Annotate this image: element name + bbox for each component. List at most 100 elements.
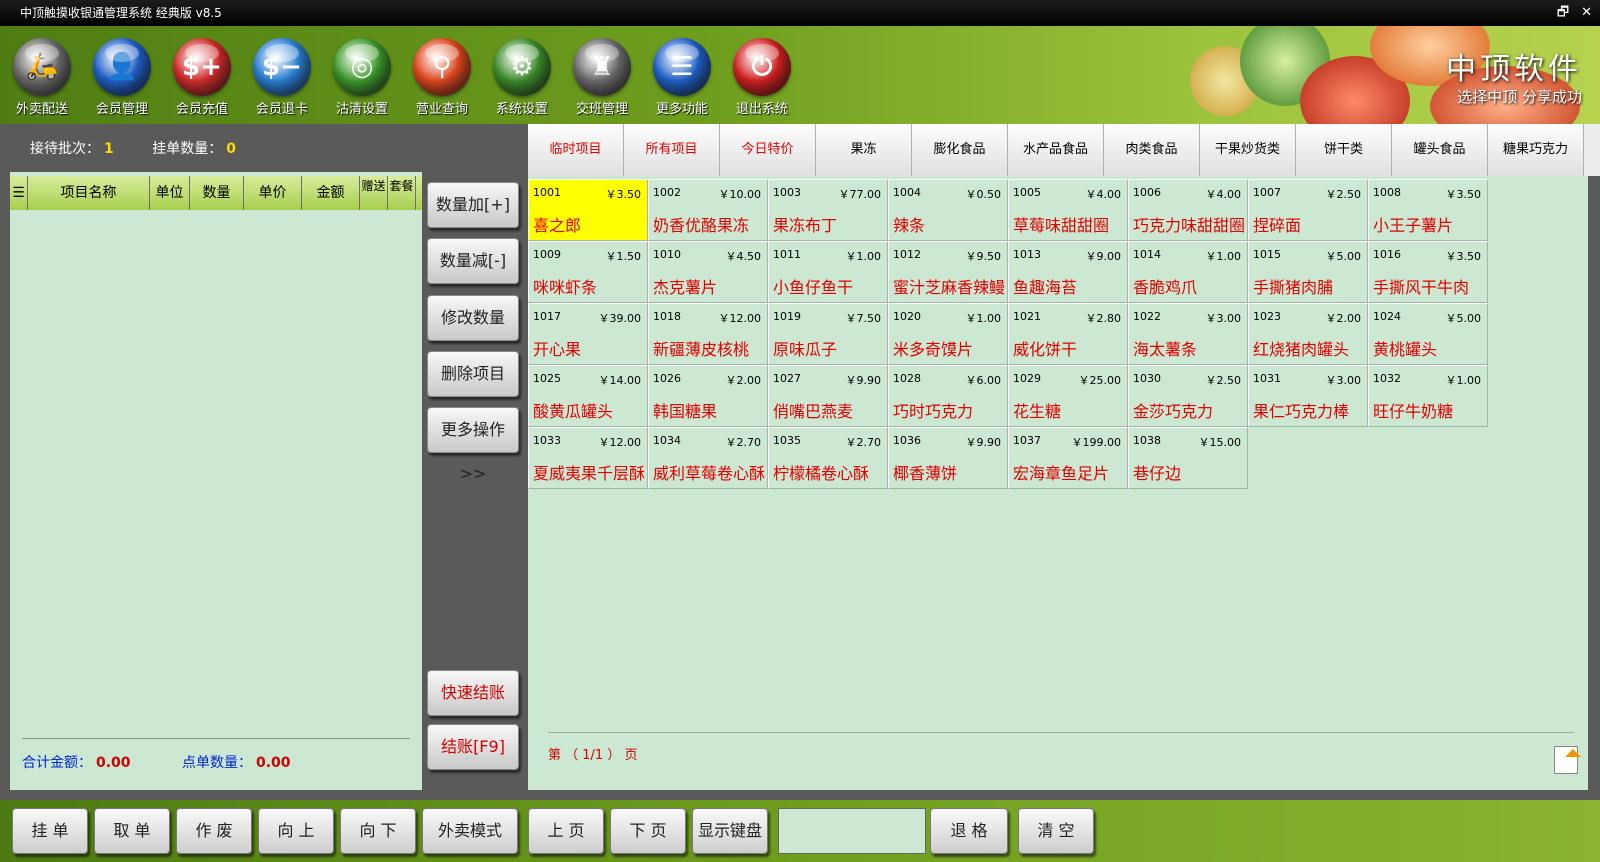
- product-code: 1026: [653, 372, 681, 385]
- product-tile[interactable]: 1014 ￥1.00 香脆鸡爪: [1128, 241, 1248, 303]
- qty-increase-button[interactable]: 数量加[+]: [427, 182, 519, 228]
- product-code: 1034: [653, 434, 681, 447]
- category-tab[interactable]: 膨化食品: [912, 124, 1008, 176]
- category-tab[interactable]: 水产品食品: [1008, 124, 1104, 176]
- category-tab[interactable]: 干果炒货类: [1200, 124, 1296, 176]
- product-tile[interactable]: 1028 ￥6.00 巧时巧克力: [888, 365, 1008, 427]
- takeout-mode-button[interactable]: 外卖模式: [422, 808, 518, 854]
- next-page-button[interactable]: 下 页: [610, 808, 686, 854]
- category-tab[interactable]: 饼干类: [1296, 124, 1392, 176]
- toolbar-button-card-add[interactable]: $+ 会员充值: [162, 38, 242, 117]
- product-tile[interactable]: 1024 ￥5.00 黄桃罐头: [1368, 303, 1488, 365]
- product-tile[interactable]: 1035 ￥2.70 柠檬橘卷心酥: [768, 427, 888, 489]
- product-tile[interactable]: 1026 ￥2.00 韩国糖果: [648, 365, 768, 427]
- plate-icon: ◎: [333, 38, 391, 96]
- retrieve-order-button[interactable]: 取 单: [94, 808, 170, 854]
- category-tab[interactable]: 临时项目: [528, 124, 624, 176]
- product-tile[interactable]: 1006 ￥4.00 巧克力味甜甜圈: [1128, 179, 1248, 241]
- toolbar-button-plate[interactable]: ◎ 沽清设置: [322, 38, 402, 117]
- category-tab[interactable]: 罐头食品: [1392, 124, 1488, 176]
- waiting-label: 接待批次：: [30, 141, 100, 157]
- edit-qty-button[interactable]: 修改数量: [427, 295, 519, 341]
- product-tile[interactable]: 1021 ￥2.80 威化饼干: [1008, 303, 1128, 365]
- move-up-button[interactable]: 向 上: [258, 808, 334, 854]
- product-tile[interactable]: 1001 ￥3.50 喜之郎: [528, 179, 648, 241]
- product-tile[interactable]: 1034 ￥2.70 威利草莓卷心酥: [648, 427, 768, 489]
- category-tab[interactable]: 所有项目: [624, 124, 720, 176]
- product-tile[interactable]: 1029 ￥25.00 花生糖: [1008, 365, 1128, 427]
- product-name: 椰香薄饼: [893, 464, 958, 483]
- product-price: ￥1.00: [1445, 374, 1482, 387]
- brand-banner: 中顶软件 选择中顶 分享成功: [1180, 26, 1600, 124]
- total-amount: 合计金额： 0.00: [22, 752, 131, 772]
- product-tile[interactable]: 1023 ￥2.00 红烧猪肉罐头: [1248, 303, 1368, 365]
- product-tile[interactable]: 1002 ￥10.00 奶香优酪果冻: [648, 179, 768, 241]
- restore-window-icon[interactable]: 🗗: [1557, 0, 1569, 26]
- void-button[interactable]: 作 废: [176, 808, 252, 854]
- toolbar-button-search[interactable]: ⚲ 营业查询: [402, 38, 482, 117]
- product-code: 1008: [1373, 186, 1401, 199]
- product-tile[interactable]: 1011 ￥1.00 小鱼仔鱼干: [768, 241, 888, 303]
- toolbar-button-list[interactable]: ☰ 更多功能: [642, 38, 722, 117]
- product-tile[interactable]: 1010 ￥4.50 杰克薯片: [648, 241, 768, 303]
- product-name: 柠檬橘卷心酥: [773, 464, 870, 483]
- product-price: ￥2.00: [725, 374, 762, 387]
- quick-checkout-button[interactable]: 快速结账: [427, 670, 519, 716]
- close-window-icon[interactable]: ✕: [1581, 0, 1592, 26]
- category-tab[interactable]: 肉类食品: [1104, 124, 1200, 176]
- product-tile[interactable]: 1038 ￥15.00 巷仔边: [1128, 427, 1248, 489]
- column-header: 金额: [302, 176, 360, 210]
- product-tile[interactable]: 1007 ￥2.50 捏碎面: [1248, 179, 1368, 241]
- divider: [22, 738, 410, 739]
- product-tile[interactable]: 1008 ￥3.50 小王子薯片: [1368, 179, 1488, 241]
- product-tile[interactable]: 1036 ￥9.90 椰香薄饼: [888, 427, 1008, 489]
- order-summary: 合计金额： 0.00 点单数量： 0.00: [10, 738, 422, 790]
- product-tile[interactable]: 1005 ￥4.00 草莓味甜甜圈: [1008, 179, 1128, 241]
- product-tile[interactable]: 1017 ￥39.00 开心果: [528, 303, 648, 365]
- product-tile[interactable]: 1015 ￥5.00 手撕猪肉脯: [1248, 241, 1368, 303]
- barcode-input[interactable]: [778, 808, 926, 854]
- show-keyboard-button[interactable]: 显示键盘: [692, 808, 768, 854]
- toolbar-button-gear[interactable]: ⚙ 系统设置: [482, 38, 562, 117]
- product-tile[interactable]: 1004 ￥0.50 辣条: [888, 179, 1008, 241]
- product-name: 辣条: [893, 216, 926, 235]
- product-name: 捏碎面: [1253, 216, 1302, 235]
- clear-button[interactable]: 清 空: [1018, 808, 1094, 854]
- checkout-button[interactable]: 结账[F9]: [427, 724, 519, 770]
- product-tile[interactable]: 1025 ￥14.00 酸黄瓜罐头: [528, 365, 648, 427]
- product-tile[interactable]: 1037 ￥199.00 宏海章鱼足片: [1008, 427, 1128, 489]
- qty-decrease-button[interactable]: 数量减[-]: [427, 238, 519, 284]
- product-tile[interactable]: 1009 ￥1.50 咪咪虾条: [528, 241, 648, 303]
- move-down-button[interactable]: 向 下: [340, 808, 416, 854]
- toolbar-button-card-remove[interactable]: $− 会员退卡: [242, 38, 322, 117]
- product-tile[interactable]: 1016 ￥3.50 手撕风干牛肉: [1368, 241, 1488, 303]
- product-tile[interactable]: 1032 ￥1.00 旺仔牛奶糖: [1368, 365, 1488, 427]
- delete-item-button[interactable]: 删除项目: [427, 351, 519, 397]
- category-tab[interactable]: 糖果巧克力: [1488, 124, 1584, 176]
- toolbar-button-handover[interactable]: ♜ 交班管理: [562, 38, 642, 117]
- product-tile[interactable]: 1013 ￥9.00 鱼趣海苔: [1008, 241, 1128, 303]
- product-tile[interactable]: 1012 ￥9.50 蜜汁芝麻香辣鳗: [888, 241, 1008, 303]
- page-up-icon[interactable]: [1554, 746, 1581, 774]
- toolbar-button-user[interactable]: 👤 会员管理: [82, 38, 162, 117]
- toolbar-button-power[interactable]: ⏻ 退出系统: [722, 38, 802, 117]
- hold-order-button[interactable]: 挂 单: [12, 808, 88, 854]
- prev-page-button[interactable]: 上 页: [528, 808, 604, 854]
- product-tile[interactable]: 1030 ￥2.50 金莎巧克力: [1128, 365, 1248, 427]
- product-tile[interactable]: 1018 ￥12.00 新疆薄皮核桃: [648, 303, 768, 365]
- more-actions-button[interactable]: 更多操作>>: [427, 407, 519, 483]
- product-tile[interactable]: 1033 ￥12.00 夏威夷果千层酥: [528, 427, 648, 489]
- product-tile[interactable]: 1031 ￥3.00 果仁巧克力棒: [1248, 365, 1368, 427]
- product-price: ￥2.50: [1325, 188, 1362, 201]
- product-name: 宏海章鱼足片: [1013, 464, 1110, 483]
- product-tile[interactable]: 1022 ￥3.00 海太薯条: [1128, 303, 1248, 365]
- category-tab[interactable]: 今日特价: [720, 124, 816, 176]
- toolbar-button-scooter[interactable]: 🛵 外卖配送: [2, 38, 82, 117]
- product-tile[interactable]: 1020 ￥1.00 米多奇馍片: [888, 303, 1008, 365]
- product-tile[interactable]: 1019 ￥7.50 原味瓜子: [768, 303, 888, 365]
- category-tab[interactable]: 果冻: [816, 124, 912, 176]
- product-tile[interactable]: 1027 ￥9.90 俏嘴巴燕麦: [768, 365, 888, 427]
- backspace-button[interactable]: 退 格: [930, 808, 1008, 854]
- product-tile[interactable]: 1003 ￥77.00 果冻布丁: [768, 179, 888, 241]
- product-code: 1023: [1253, 310, 1281, 323]
